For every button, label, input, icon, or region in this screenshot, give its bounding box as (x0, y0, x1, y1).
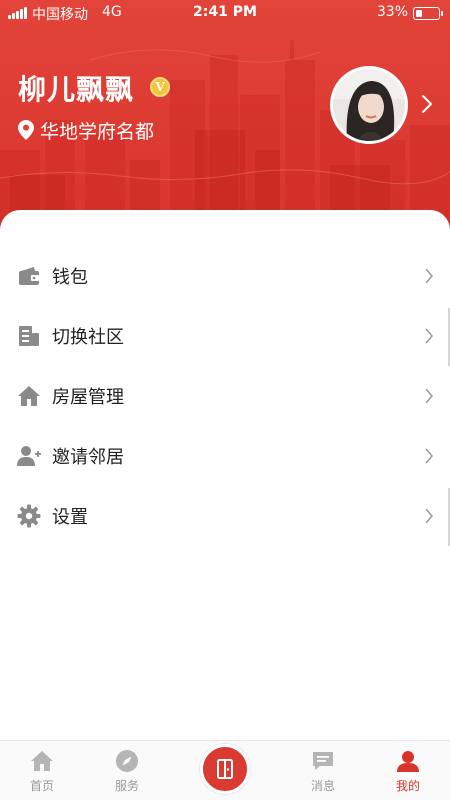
menu-item-house-management[interactable]: 房屋管理 (0, 366, 450, 426)
person-icon (397, 751, 419, 772)
home-icon (31, 751, 53, 771)
tab-label: 服务 (114, 779, 139, 793)
building-icon (19, 326, 39, 346)
status-bar: 中国移动 4G 2:41 PM 33% (0, 0, 450, 26)
tab-messages[interactable]: 消息 (288, 741, 358, 800)
tab-label: 消息 (310, 779, 335, 793)
menu-item-label: 切换社区 (52, 327, 124, 348)
menu-item-settings[interactable]: 设置 (0, 486, 450, 546)
chevron-right-icon (425, 508, 433, 524)
tab-mine[interactable]: 我的 (373, 741, 443, 800)
chevron-right-icon (425, 268, 433, 284)
chevron-right-icon (425, 448, 433, 464)
home-icon (18, 386, 40, 406)
door-icon (217, 759, 233, 779)
wallet-icon (19, 267, 39, 285)
chevron-right-icon[interactable] (420, 94, 434, 114)
chevron-right-icon (425, 328, 433, 344)
tab-label: 我的 (395, 779, 420, 793)
community-name: 华地学府名都 (40, 120, 155, 143)
menu-item-label: 邀请邻居 (52, 447, 124, 468)
add-user-icon (17, 446, 41, 466)
chevron-right-icon (425, 388, 433, 404)
profile-header: 中国移动 4G 2:41 PM 33% 柳儿飘飘 V 华地学府名都 (0, 0, 450, 240)
tab-home[interactable]: 首页 (7, 741, 77, 800)
battery-percent: 33% (376, 4, 408, 20)
menu-item-invite-neighbor[interactable]: 邀请邻居 (0, 426, 450, 486)
door-unlock-button[interactable] (200, 744, 250, 794)
location-pin-icon (18, 120, 34, 140)
tab-services[interactable]: 服务 (92, 741, 162, 800)
menu-item-label: 房屋管理 (52, 387, 124, 408)
battery-icon (413, 7, 443, 20)
compass-icon (116, 750, 138, 772)
user-name[interactable]: 柳儿飘飘 (18, 68, 134, 108)
menu-item-label: 钱包 (52, 267, 88, 288)
vip-badge-icon: V (150, 77, 170, 97)
profile-screen: 中国移动 4G 2:41 PM 33% 柳儿飘飘 V 华地学府名都 钱包 切换社… (0, 0, 450, 800)
menu-item-label: 设置 (52, 507, 88, 528)
menu-item-switch-community[interactable]: 切换社区 (0, 306, 450, 366)
menu-card: 钱包 切换社区 房屋管理 邀请邻居 设置 (0, 210, 450, 750)
menu-item-wallet[interactable]: 钱包 (0, 246, 450, 306)
location-row[interactable]: 华地学府名都 (18, 117, 154, 143)
avatar[interactable] (330, 66, 408, 144)
avatar-photo-icon (333, 69, 405, 141)
tab-label: 首页 (29, 779, 54, 793)
gear-icon (17, 504, 41, 528)
message-icon (313, 752, 333, 770)
